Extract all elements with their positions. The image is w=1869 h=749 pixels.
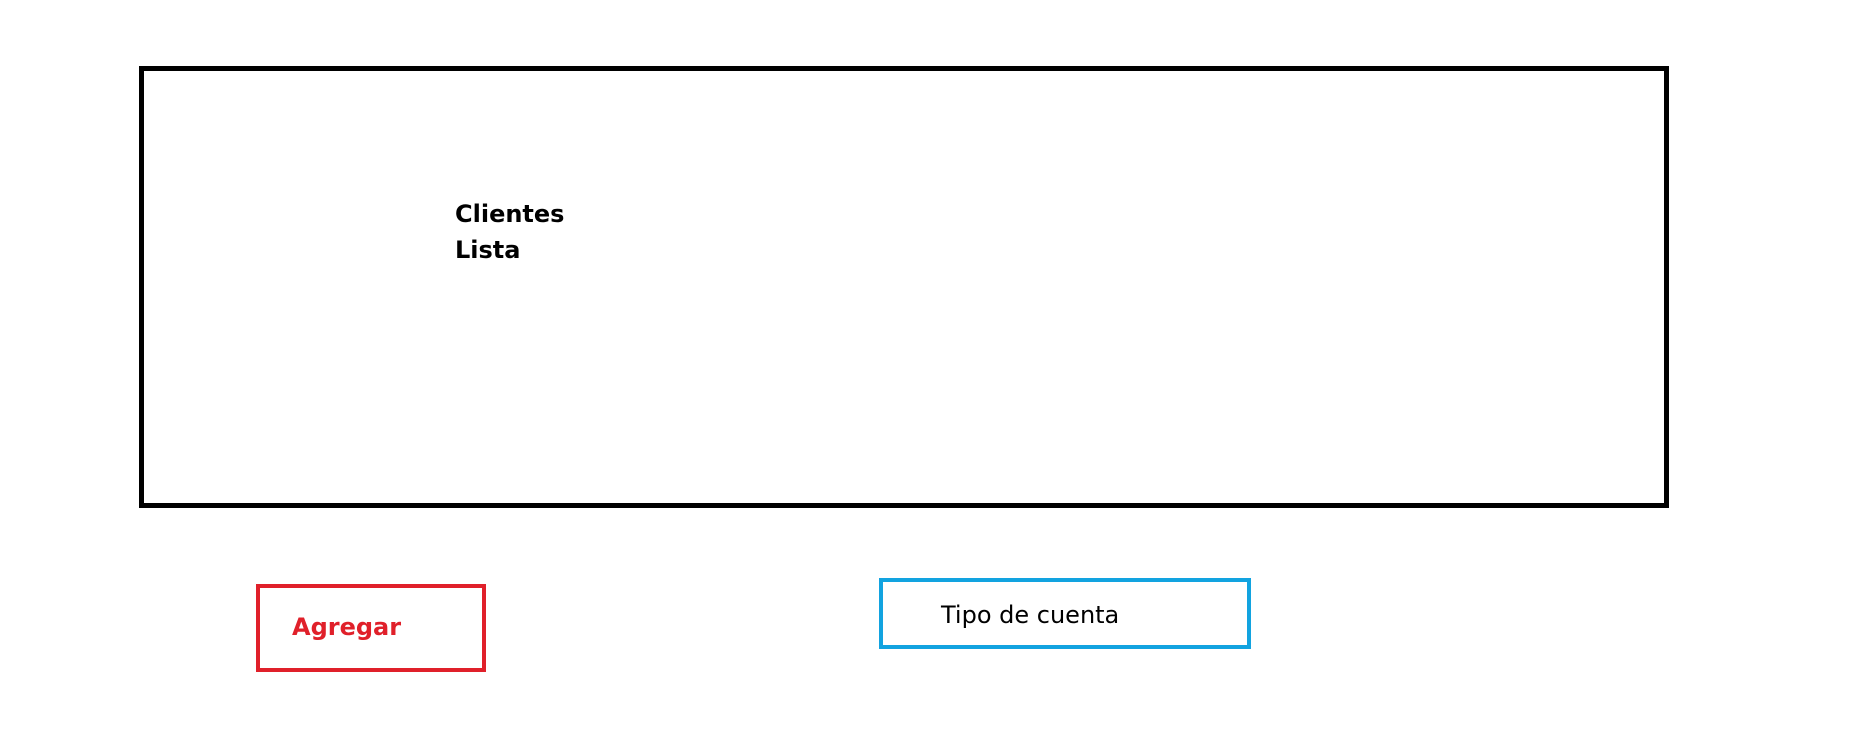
clients-list-panel [139,66,1669,508]
account-type-field[interactable]: Tipo de cuenta [879,578,1251,649]
list-title-line: Lista [455,236,521,264]
account-type-label: Tipo de cuenta [941,601,1120,629]
clients-title-line: Clientes [455,200,565,228]
add-button-label: Agregar [292,613,402,641]
clients-list-title: Clientes Lista [455,196,564,268]
add-button[interactable]: Agregar [256,584,486,672]
